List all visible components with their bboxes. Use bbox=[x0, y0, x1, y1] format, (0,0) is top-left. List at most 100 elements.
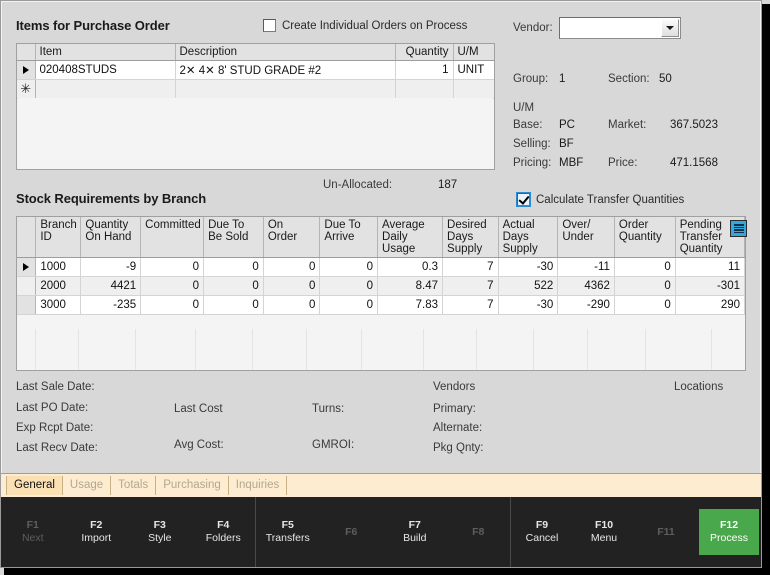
stock-grid-col-due-to-be-sold[interactable]: Due To Be Sold bbox=[203, 217, 264, 258]
stock-requirements-grid[interactable]: Branch ID Quantity On Hand Committed Due… bbox=[16, 216, 746, 371]
items-grid-col-um[interactable]: U/M bbox=[453, 44, 494, 61]
stock-cell-due-to-be-sold[interactable]: 0 bbox=[203, 295, 264, 315]
stock-grid-row-selector[interactable] bbox=[17, 276, 37, 296]
fkey-f7-build[interactable]: F7 Build bbox=[386, 513, 444, 551]
items-grid-col-quantity[interactable]: Quantity bbox=[395, 44, 454, 61]
fkey-f1-next[interactable]: F1 Next bbox=[4, 513, 62, 551]
items-grid-cell-quantity[interactable]: 1 bbox=[395, 60, 454, 80]
stock-cell-order-quantity[interactable]: 0 bbox=[614, 295, 676, 315]
current-row-arrow-icon bbox=[23, 262, 30, 271]
stock-cell-desired-days-supply[interactable]: 7 bbox=[442, 276, 499, 296]
tab-inquiries[interactable]: Inquiries bbox=[229, 476, 288, 495]
items-grid-new-cell-um[interactable] bbox=[453, 79, 494, 99]
stock-cell-due-to-arrive[interactable]: 0 bbox=[319, 276, 379, 296]
stock-cell-on-order[interactable]: 0 bbox=[263, 257, 321, 277]
stock-grid-col-desired-days-supply[interactable]: Desired Days Supply bbox=[442, 217, 499, 258]
items-grid-new-row[interactable]: ✳ bbox=[17, 79, 494, 99]
fkey-f8[interactable]: F8 bbox=[449, 520, 507, 545]
calculate-transfer-quantities-checkbox-box[interactable] bbox=[517, 193, 530, 206]
table-row[interactable]: 2000 4421 0 0 0 0 8.47 7 522 4362 0 -301 bbox=[17, 276, 745, 296]
stock-grid-col-on-order[interactable]: On Order bbox=[263, 217, 321, 258]
function-key-group-3: F9 Cancel F10 Menu F11 F12 Process bbox=[511, 497, 761, 567]
stock-grid-col-average-daily-usage[interactable]: Average Daily Usage bbox=[377, 217, 444, 258]
tab-usage[interactable]: Usage bbox=[63, 476, 112, 495]
stock-cell-on-order[interactable]: 0 bbox=[263, 295, 321, 315]
items-grid-col-description[interactable]: Description bbox=[175, 44, 396, 61]
fkey-f12-process[interactable]: F12 Process bbox=[699, 509, 759, 555]
fkey-f8-number: F8 bbox=[472, 525, 485, 538]
items-grid-row[interactable]: 020408STUDS 2✕ 4✕ 8' STUD GRADE #2 1 UNI… bbox=[17, 60, 494, 80]
stock-grid-col-over-under[interactable]: Over/ Under bbox=[557, 217, 615, 258]
vendor-dropdown-button[interactable] bbox=[661, 19, 679, 37]
stock-cell-branch-id[interactable]: 1000 bbox=[35, 257, 82, 277]
stock-grid-col-branch-id[interactable]: Branch ID bbox=[35, 217, 82, 258]
vendor-combobox-value[interactable] bbox=[560, 18, 661, 38]
fkey-f2-import[interactable]: F2 Import bbox=[67, 513, 125, 551]
table-row[interactable]: 1000 -9 0 0 0 0 0.3 7 -30 -11 0 11 bbox=[17, 257, 745, 277]
stock-cell-committed[interactable]: 0 bbox=[140, 276, 205, 296]
stock-cell-over-under[interactable]: -290 bbox=[557, 295, 615, 315]
items-grid[interactable]: Item Description Quantity U/M 020408STUD… bbox=[16, 43, 495, 170]
items-grid-cell-item[interactable]: 020408STUDS bbox=[35, 60, 176, 80]
stock-cell-actual-days-supply[interactable]: -30 bbox=[498, 295, 559, 315]
stock-cell-avg-daily-usage[interactable]: 0.3 bbox=[377, 257, 444, 277]
stock-grid-col-due-to-arrive[interactable]: Due To Arrive bbox=[319, 217, 379, 258]
items-grid-cell-um[interactable]: UNIT bbox=[453, 60, 494, 80]
stock-cell-committed[interactable]: 0 bbox=[140, 295, 205, 315]
stock-cell-desired-days-supply[interactable]: 7 bbox=[442, 257, 499, 277]
tab-totals[interactable]: Totals bbox=[111, 476, 157, 495]
stock-cell-on-order[interactable]: 0 bbox=[263, 276, 321, 296]
stock-cell-committed[interactable]: 0 bbox=[140, 257, 205, 277]
fkey-f11[interactable]: F11 bbox=[637, 520, 695, 545]
stock-cell-over-under[interactable]: 4362 bbox=[557, 276, 615, 296]
stock-cell-desired-days-supply[interactable]: 7 bbox=[442, 295, 499, 315]
stock-grid-col-order-quantity[interactable]: Order Quantity bbox=[614, 217, 676, 258]
fkey-f3-label: Style bbox=[148, 532, 172, 544]
stock-cell-avg-daily-usage[interactable]: 7.83 bbox=[377, 295, 444, 315]
items-grid-cell-description[interactable]: 2✕ 4✕ 8' STUD GRADE #2 bbox=[175, 60, 396, 80]
fkey-f10-menu[interactable]: F10 Menu bbox=[575, 513, 633, 551]
grid-options-icon[interactable] bbox=[730, 220, 747, 237]
items-grid-new-cell-quantity[interactable] bbox=[395, 79, 454, 99]
stock-cell-qty-on-hand[interactable]: -9 bbox=[80, 257, 142, 277]
stock-grid-row-selector[interactable] bbox=[17, 295, 37, 315]
stock-cell-avg-daily-usage[interactable]: 8.47 bbox=[377, 276, 444, 296]
calculate-transfer-quantities-checkbox[interactable]: Calculate Transfer Quantities bbox=[517, 193, 684, 206]
fkey-f6[interactable]: F6 bbox=[322, 520, 380, 545]
stock-cell-actual-days-supply[interactable]: -30 bbox=[498, 257, 559, 277]
items-grid-row-selector[interactable] bbox=[17, 60, 36, 80]
create-individual-orders-checkbox[interactable]: Create Individual Orders on Process bbox=[263, 19, 467, 32]
items-grid-new-row-selector[interactable]: ✳ bbox=[17, 79, 36, 99]
items-grid-new-cell-description[interactable] bbox=[175, 79, 396, 99]
stock-cell-qty-on-hand[interactable]: 4421 bbox=[80, 276, 142, 296]
stock-cell-over-under[interactable]: -11 bbox=[557, 257, 615, 277]
stock-grid-col-quantity-on-hand[interactable]: Quantity On Hand bbox=[80, 217, 142, 258]
vendor-combobox[interactable] bbox=[559, 17, 681, 39]
stock-cell-due-to-arrive[interactable]: 0 bbox=[319, 257, 379, 277]
stock-cell-pending-transfer-quantity[interactable]: -301 bbox=[675, 276, 745, 296]
stock-grid-col-actual-days-supply[interactable]: Actual Days Supply bbox=[498, 217, 559, 258]
table-row[interactable]: 3000 -235 0 0 0 0 7.83 7 -30 -290 0 290 bbox=[17, 295, 745, 315]
items-grid-new-cell-item[interactable] bbox=[35, 79, 176, 99]
stock-cell-due-to-arrive[interactable]: 0 bbox=[319, 295, 379, 315]
fkey-f5-transfers[interactable]: F5 Transfers bbox=[259, 513, 317, 551]
stock-cell-actual-days-supply[interactable]: 522 bbox=[498, 276, 559, 296]
stock-cell-qty-on-hand[interactable]: -235 bbox=[80, 295, 142, 315]
stock-cell-branch-id[interactable]: 3000 bbox=[35, 295, 82, 315]
stock-grid-col-committed[interactable]: Committed bbox=[140, 217, 205, 258]
stock-cell-order-quantity[interactable]: 0 bbox=[614, 276, 676, 296]
stock-cell-due-to-be-sold[interactable]: 0 bbox=[203, 276, 264, 296]
items-grid-col-item[interactable]: Item bbox=[35, 44, 176, 61]
tab-purchasing[interactable]: Purchasing bbox=[156, 476, 229, 495]
stock-cell-order-quantity[interactable]: 0 bbox=[614, 257, 676, 277]
stock-cell-pending-transfer-quantity[interactable]: 290 bbox=[675, 295, 745, 315]
tab-general[interactable]: General bbox=[6, 476, 63, 495]
fkey-f3-style[interactable]: F3 Style bbox=[131, 513, 189, 551]
fkey-f4-folders[interactable]: F4 Folders bbox=[194, 513, 252, 551]
create-individual-orders-checkbox-box[interactable] bbox=[263, 19, 276, 32]
stock-cell-due-to-be-sold[interactable]: 0 bbox=[203, 257, 264, 277]
stock-cell-pending-transfer-quantity[interactable]: 11 bbox=[675, 257, 745, 277]
stock-cell-branch-id[interactable]: 2000 bbox=[35, 276, 82, 296]
fkey-f9-cancel[interactable]: F9 Cancel bbox=[513, 513, 571, 551]
stock-grid-row-selector[interactable] bbox=[17, 257, 37, 277]
